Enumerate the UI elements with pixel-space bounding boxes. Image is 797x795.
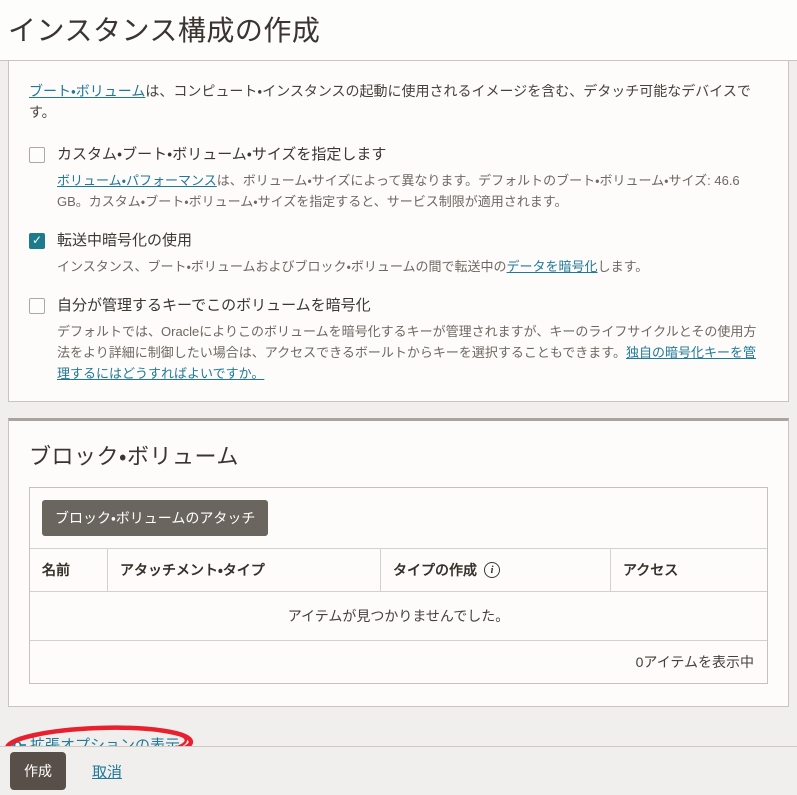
block-volume-section: ブロック・ボリューム ブロック・ボリュームのアタッチ 名前 アタッチメント・タイ… bbox=[8, 418, 789, 707]
column-header-attachment-type: アタッチメント・タイプ bbox=[107, 549, 380, 591]
page-header: インスタンス構成の作成 bbox=[0, 0, 797, 60]
custom-boot-volume-size-checkbox[interactable] bbox=[29, 147, 45, 163]
column-label: アタッチメント・タイプ bbox=[120, 560, 265, 580]
option-label: 転送中暗号化の使用 bbox=[57, 231, 192, 251]
cancel-link[interactable]: 取消 bbox=[92, 761, 122, 782]
block-volume-title: ブロック・ボリューム bbox=[29, 439, 768, 471]
column-header-access: アクセス bbox=[610, 549, 767, 591]
option-custom-boot-volume-size: カスタム・ブート・ボリューム・サイズを指定します ボリューム・パフォーマンスは、… bbox=[29, 145, 768, 213]
column-label: 名前 bbox=[42, 560, 70, 580]
option-in-transit-encryption: ✓ 転送中暗号化の使用 インスタンス、ブート・ボリュームおよびブロック・ボリュー… bbox=[29, 231, 768, 278]
option-label: 自分が管理するキーでこのボリュームを暗号化 bbox=[57, 296, 371, 316]
column-header-name: 名前 bbox=[30, 549, 107, 591]
attach-block-volume-button[interactable]: ブロック・ボリュームのアタッチ bbox=[42, 500, 268, 536]
volume-performance-link[interactable]: ボリューム・パフォーマンス bbox=[57, 173, 217, 188]
table-footer-count: 0アイテムを表示中 bbox=[30, 641, 767, 683]
option-customer-managed-key: 自分が管理するキーでこのボリュームを暗号化 デフォルトでは、Oracleによりこ… bbox=[29, 296, 768, 385]
bottom-action-bar: 作成 取消 bbox=[0, 746, 797, 795]
column-label: タイプの作成 bbox=[393, 560, 477, 580]
option-label: カスタム・ブート・ボリューム・サイズを指定します bbox=[57, 145, 386, 165]
boot-volume-intro: ブート・ボリュームは、コンピュート・インスタンスの起動に使用されるイメージを含む… bbox=[29, 81, 764, 123]
customer-managed-key-checkbox[interactable] bbox=[29, 298, 45, 314]
boot-volume-link[interactable]: ブート・ボリューム bbox=[29, 83, 145, 99]
option-description: ボリューム・パフォーマンスは、ボリューム・サイズによって異なります。デフォルトの… bbox=[57, 171, 762, 213]
column-label: アクセス bbox=[623, 560, 678, 580]
block-volume-table: ブロック・ボリュームのアタッチ 名前 アタッチメント・タイプ タイプの作成 i ア… bbox=[29, 487, 768, 684]
option-description: デフォルトでは、Oracleによりこのボリュームを暗号化するキーが管理されますが… bbox=[57, 322, 762, 384]
table-empty-message: アイテムが見つかりませんでした。 bbox=[30, 592, 767, 641]
check-icon: ✓ bbox=[32, 234, 42, 246]
page-title: インスタンス構成の作成 bbox=[8, 9, 787, 49]
info-icon[interactable]: i bbox=[484, 562, 500, 578]
encrypt-data-link[interactable]: データを暗号化 bbox=[507, 259, 598, 274]
description-text: インスタンス、ブート・ボリュームおよびブロック・ボリュームの間で転送中の bbox=[57, 259, 507, 274]
table-toolbar: ブロック・ボリュームのアタッチ bbox=[30, 488, 767, 549]
description-text: します。 bbox=[598, 259, 649, 274]
boot-volume-section: ブート・ボリュームは、コンピュート・インスタンスの起動に使用されるイメージを含む… bbox=[8, 61, 789, 402]
table-header-row: 名前 アタッチメント・タイプ タイプの作成 i アクセス bbox=[30, 549, 767, 592]
in-transit-encryption-checkbox[interactable]: ✓ bbox=[29, 233, 45, 249]
column-header-create-type: タイプの作成 i bbox=[380, 549, 610, 591]
create-button[interactable]: 作成 bbox=[10, 752, 66, 790]
option-description: インスタンス、ブート・ボリュームおよびブロック・ボリュームの間で転送中のデータを… bbox=[57, 257, 762, 278]
